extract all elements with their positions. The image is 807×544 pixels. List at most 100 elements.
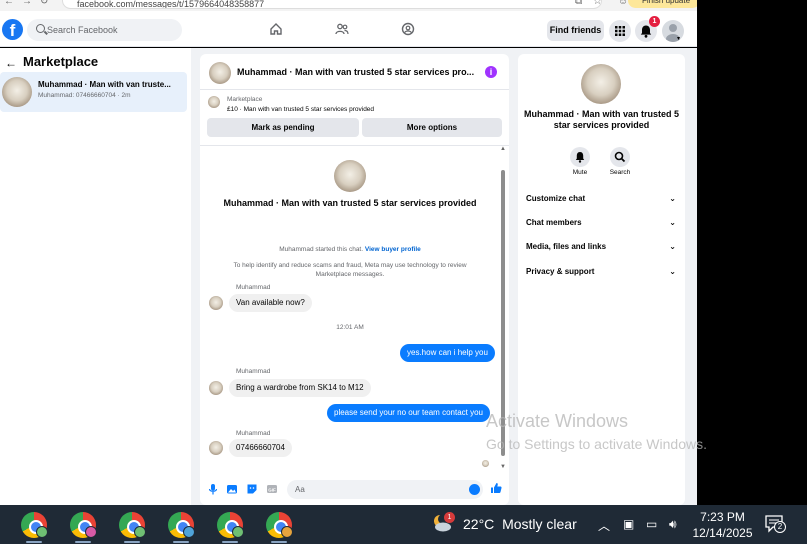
chat-title: Muhammad · Man with van trusted 5 star s… [237, 67, 475, 77]
home-icon[interactable] [269, 22, 283, 36]
chrome-icon[interactable] [217, 512, 244, 538]
weather-widget[interactable]: 22°C Mostly clear [463, 516, 577, 532]
details-profile-name: Muhammad · Man with van trusted 5 star s… [523, 109, 680, 130]
clock-date: 12/14/2025 [692, 526, 753, 540]
notification-badge: 1 [649, 16, 660, 27]
bookmark-star-icon[interactable]: ☆ [593, 0, 602, 7]
chrome-icon[interactable] [119, 512, 146, 538]
profile-icon[interactable]: ☺ [618, 0, 628, 7]
scroll-up-arrow-icon[interactable]: ▲ [500, 146, 506, 152]
thumbs-up-icon[interactable] [490, 482, 502, 494]
conversation-snippet: Muhammad: 07466660704 · 2m [38, 92, 131, 99]
taskbar-running-indicator [222, 541, 238, 543]
svg-text:GIF: GIF [268, 487, 276, 492]
notification-count: 2 [774, 521, 786, 533]
search-input[interactable] [47, 21, 177, 39]
info-icon[interactable]: i [485, 66, 497, 78]
friends-icon[interactable] [335, 22, 349, 36]
gif-icon[interactable]: GIF [266, 483, 278, 495]
view-buyer-profile-link[interactable]: View buyer profile [365, 246, 421, 253]
clock-time: 7:23 PM [700, 510, 745, 524]
finish-update-button[interactable]: Finish update [628, 0, 697, 8]
media-files-links-row[interactable]: Media, files and links ⌄ [526, 242, 676, 258]
sticker-icon[interactable] [246, 483, 258, 495]
details-profile-photo[interactable] [581, 64, 621, 104]
chrome-icon[interactable] [266, 512, 293, 538]
incoming-message[interactable]: Bring a wardrobe from SK14 to M12 [229, 379, 371, 397]
account-avatar[interactable] [662, 20, 684, 42]
volume-icon[interactable]: 🔊︎ [669, 517, 677, 532]
back-arrow-icon[interactable]: ← [4, 0, 14, 7]
bell-icon [575, 152, 585, 163]
outgoing-message[interactable]: yes.how can i help you [400, 344, 495, 362]
search-in-chat-button[interactable] [610, 147, 630, 167]
mark-as-pending-button[interactable]: Mark as pending [207, 118, 359, 137]
chevron-up-icon[interactable]: ︿ [598, 517, 610, 534]
chrome-icon[interactable] [168, 512, 195, 538]
windows-taskbar: 1 22°C Mostly clear ︿ ▣ ▭ 🔊︎ 7:23 PM 12/… [0, 505, 807, 544]
activation-watermark-title: Activate Windows [486, 411, 629, 431]
microphone-icon[interactable] [207, 483, 219, 495]
message-composer: GIF [200, 474, 509, 505]
reload-icon[interactable]: ↻ [40, 0, 48, 7]
listing-title[interactable]: £10 · Man with van trusted 5 star servic… [227, 106, 374, 113]
facebook-logo-icon[interactable]: f [2, 19, 23, 40]
chrome-icon[interactable] [70, 512, 97, 538]
mute-button[interactable] [570, 147, 590, 167]
sender-avatar [209, 381, 223, 395]
taskbar-running-indicator [75, 541, 91, 543]
meet-now-icon[interactable]: ▣ [623, 517, 634, 531]
menu-button[interactable] [609, 20, 631, 42]
network-icon[interactable]: ▭ [646, 517, 657, 531]
scroll-down-arrow-icon[interactable]: ▼ [500, 464, 506, 470]
emoji-icon[interactable] [469, 484, 480, 495]
forward-arrow-icon[interactable]: → [22, 0, 32, 7]
sender-avatar [209, 296, 223, 310]
safety-notice: To help identify and reduce scams and fr… [233, 262, 467, 278]
search-icon [36, 24, 45, 33]
extensions-icon[interactable]: ⧉ [575, 0, 582, 7]
message-sender: Muhammad [236, 430, 271, 437]
conversation-name: Muhammad · Man with van truste... [38, 80, 171, 89]
incoming-message[interactable]: Van available now? [229, 294, 312, 312]
chat-window: Muhammad · Man with van trusted 5 star s… [200, 54, 509, 505]
message-sender: Muhammad [236, 284, 271, 291]
taskbar-running-indicator [173, 541, 189, 543]
groups-icon[interactable] [401, 22, 415, 36]
system-clock[interactable]: 7:23 PM 12/14/2025 [690, 509, 755, 541]
privacy-support-row[interactable]: Privacy & support ⌄ [526, 267, 676, 283]
chat-members-row[interactable]: Chat members ⌄ [526, 218, 676, 234]
search-box[interactable] [27, 19, 182, 41]
chat-started-notice: Muhammad started this chat. View buyer p… [279, 246, 421, 253]
chevron-down-icon: ⌄ [669, 267, 676, 276]
notification-center-button[interactable]: 2 [765, 515, 786, 533]
address-bar[interactable]: facebook.com/messages/t/1579664048358877 [62, 0, 602, 9]
chat-header[interactable]: Muhammad · Man with van trusted 5 star s… [200, 54, 509, 90]
facebook-top-bar: f Find friends [0, 11, 697, 47]
customize-chat-row[interactable]: Customize chat ⌄ [526, 194, 676, 210]
outgoing-message[interactable]: please send your no our team contact you [327, 404, 490, 422]
message-list: Muhammad · Man with van trusted 5 star s… [200, 146, 509, 473]
search-icon [614, 151, 626, 163]
message-sender: Muhammad [236, 368, 271, 375]
mute-label: Mute [572, 169, 588, 176]
back-arrow-icon[interactable]: ← [5, 56, 17, 70]
browser-toolbar: ← → ↻ facebook.com/messages/t/1579664048… [0, 0, 697, 11]
marketplace-sidebar: ← Marketplace Muhammad · Man with van tr… [0, 48, 191, 505]
chat-profile-photo [334, 160, 366, 192]
chrome-icon[interactable] [21, 512, 48, 538]
message-input[interactable] [287, 480, 483, 499]
photo-icon[interactable] [226, 483, 238, 495]
chevron-down-icon: ⌄ [669, 242, 676, 251]
conversation-item[interactable]: Muhammad · Man with van truste... Muhamm… [0, 72, 187, 112]
message-timestamp: 12:01 AM [336, 324, 364, 331]
account-chevron-icon[interactable]: ▾ [677, 35, 680, 42]
activation-watermark-subtitle: Go to Settings to activate Windows. [486, 436, 707, 452]
more-options-button[interactable]: More options [362, 118, 502, 137]
incoming-message[interactable]: 07466660704 [229, 439, 292, 457]
weather-badge: 1 [444, 512, 455, 523]
find-friends-button[interactable]: Find friends [547, 20, 604, 41]
chevron-down-icon: ⌄ [669, 194, 676, 203]
taskbar-running-indicator [26, 541, 42, 543]
seen-indicator-avatar [482, 460, 489, 467]
